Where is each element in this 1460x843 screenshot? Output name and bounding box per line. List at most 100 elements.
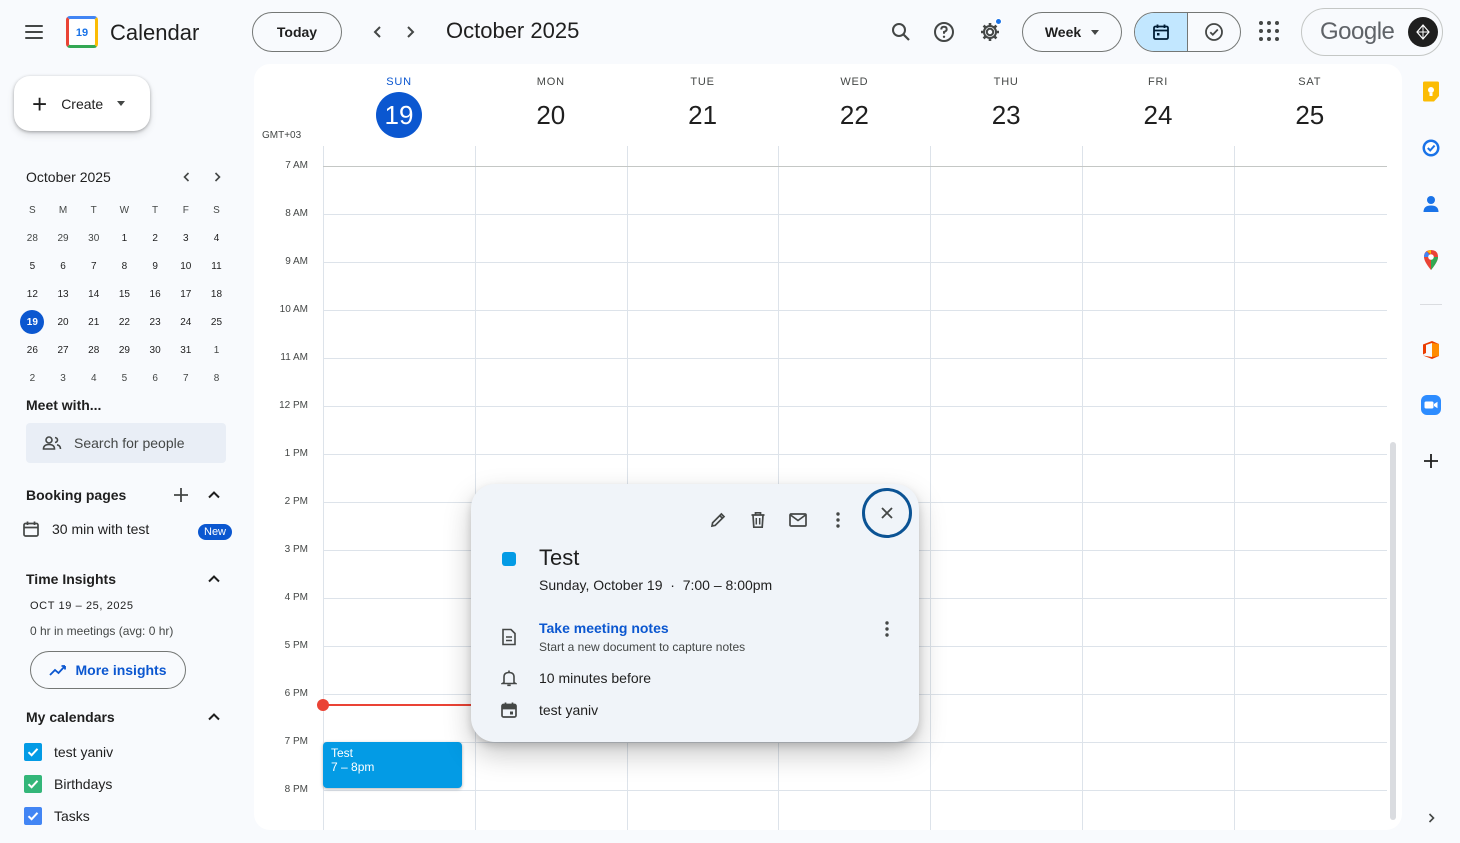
day-number[interactable]: 23 [983, 92, 1029, 138]
delete-event-button[interactable] [738, 500, 778, 540]
mini-calendar-day[interactable]: 1 [201, 336, 232, 364]
support-button[interactable] [926, 14, 962, 50]
contacts-icon[interactable] [1419, 192, 1443, 216]
mini-calendar-day[interactable]: 29 [109, 336, 140, 364]
calendar-view-toggle[interactable] [1135, 13, 1187, 51]
edit-event-button[interactable] [698, 500, 738, 540]
collapse-time-insights-button[interactable] [204, 569, 224, 589]
day-number[interactable]: 25 [1287, 92, 1333, 138]
day-number[interactable]: 22 [831, 92, 877, 138]
create-button[interactable]: + Create [14, 76, 150, 131]
grid-scrollbar[interactable] [1390, 442, 1396, 820]
mini-calendar-day[interactable]: 24 [170, 308, 201, 336]
mini-calendar-day[interactable]: 16 [140, 280, 171, 308]
mini-calendar-day[interactable]: 28 [17, 224, 48, 252]
mini-calendar-day[interactable]: 5 [109, 364, 140, 392]
mini-calendar-day[interactable]: 8 [109, 252, 140, 280]
day-header-fri[interactable]: FRI 24 [1082, 76, 1234, 138]
email-guests-button[interactable] [778, 500, 818, 540]
mini-calendar-day[interactable]: 19 [17, 308, 48, 336]
event-chip[interactable]: Test 7 – 8pm [323, 742, 462, 788]
mini-calendar-day[interactable]: 6 [48, 252, 79, 280]
mini-calendar-day[interactable]: 2 [17, 364, 48, 392]
calendar-list-item[interactable]: Birthdays [24, 775, 112, 793]
mini-calendar-day[interactable]: 22 [109, 308, 140, 336]
tasks-view-toggle[interactable] [1187, 13, 1240, 51]
mini-calendar-prev-button[interactable] [176, 166, 198, 188]
get-addons-button[interactable] [1419, 449, 1443, 473]
mini-calendar-day[interactable]: 12 [17, 280, 48, 308]
more-insights-button[interactable]: More insights [30, 651, 186, 689]
mini-calendar-day[interactable]: 10 [170, 252, 201, 280]
tasks-icon[interactable] [1419, 136, 1443, 160]
mini-calendar-day[interactable]: 27 [48, 336, 79, 364]
day-number[interactable]: 24 [1135, 92, 1181, 138]
mini-calendar-day[interactable]: 6 [140, 364, 171, 392]
day-header-tue[interactable]: TUE 21 [627, 76, 779, 138]
day-number[interactable]: 21 [680, 92, 726, 138]
mini-calendar-day[interactable]: 23 [140, 308, 171, 336]
mini-calendar-day[interactable]: 8 [201, 364, 232, 392]
add-booking-page-button[interactable] [171, 485, 191, 505]
avatar[interactable] [1408, 17, 1439, 47]
mini-calendar-day[interactable]: 17 [170, 280, 201, 308]
booking-page-item[interactable]: 30 min with test [22, 520, 149, 538]
maps-icon[interactable] [1419, 248, 1443, 272]
mini-calendar-day[interactable]: 3 [48, 364, 79, 392]
collapse-booking-pages-button[interactable] [204, 485, 224, 505]
day-header-mon[interactable]: MON 20 [475, 76, 627, 138]
mini-calendar-day[interactable]: 30 [140, 336, 171, 364]
mini-calendar-day[interactable]: 18 [201, 280, 232, 308]
mini-calendar-day[interactable]: 25 [201, 308, 232, 336]
day-header-thu[interactable]: THU 23 [930, 76, 1082, 138]
mini-calendar-day[interactable]: 31 [170, 336, 201, 364]
account-switcher[interactable]: Google [1301, 8, 1443, 56]
mini-calendar-day[interactable]: 15 [109, 280, 140, 308]
search-button[interactable] [883, 14, 919, 50]
mini-calendar-day[interactable]: 5 [17, 252, 48, 280]
mini-calendar-day[interactable]: 30 [78, 224, 109, 252]
mini-calendar-next-button[interactable] [206, 166, 228, 188]
office-addon-icon[interactable] [1419, 338, 1443, 362]
main-menu-button[interactable] [14, 12, 54, 52]
notes-options-button[interactable] [867, 609, 907, 649]
mini-calendar-day[interactable]: 21 [78, 308, 109, 336]
mini-calendar-day[interactable]: 26 [17, 336, 48, 364]
google-apps-button[interactable] [1256, 18, 1282, 44]
mini-calendar-day[interactable]: 4 [201, 224, 232, 252]
next-week-button[interactable] [394, 16, 426, 48]
mini-calendar-day[interactable]: 13 [48, 280, 79, 308]
previous-week-button[interactable] [362, 16, 394, 48]
take-meeting-notes-link[interactable]: Take meeting notes [539, 620, 669, 636]
day-header-wed[interactable]: WED 22 [778, 76, 930, 138]
mini-calendar-day[interactable]: 3 [170, 224, 201, 252]
event-options-button[interactable] [818, 500, 858, 540]
mini-calendar-day[interactable]: 20 [48, 308, 79, 336]
keep-icon[interactable] [1419, 80, 1443, 104]
settings-button[interactable] [972, 14, 1008, 50]
mini-calendar-day[interactable]: 11 [201, 252, 232, 280]
mini-calendar-day[interactable]: 2 [140, 224, 171, 252]
calendar-list-item[interactable]: test yaniv [24, 743, 113, 761]
day-header-sun[interactable]: SUN 19 [323, 76, 475, 138]
expand-side-panel-button[interactable] [1419, 806, 1443, 830]
mini-calendar-day[interactable]: 1 [109, 224, 140, 252]
collapse-my-calendars-button[interactable] [204, 707, 224, 727]
mini-calendar-day[interactable]: 4 [78, 364, 109, 392]
close-popup-button[interactable] [862, 488, 912, 538]
day-number[interactable]: 19 [376, 92, 422, 138]
day-number[interactable]: 20 [528, 92, 574, 138]
mini-calendar-day[interactable]: 9 [140, 252, 171, 280]
view-selector[interactable]: Week [1022, 12, 1122, 52]
calendar-checkbox[interactable] [24, 807, 42, 825]
today-button[interactable]: Today [252, 12, 342, 52]
calendar-list-item[interactable]: Tasks [24, 807, 90, 825]
mini-calendar-day[interactable]: 7 [170, 364, 201, 392]
zoom-addon-icon[interactable] [1419, 393, 1443, 417]
mini-calendar-day[interactable]: 29 [48, 224, 79, 252]
day-header-sat[interactable]: SAT 25 [1234, 76, 1386, 138]
search-people-input[interactable]: Search for people [26, 423, 226, 463]
calendar-checkbox[interactable] [24, 775, 42, 793]
mini-calendar-day[interactable]: 14 [78, 280, 109, 308]
calendar-checkbox[interactable] [24, 743, 42, 761]
